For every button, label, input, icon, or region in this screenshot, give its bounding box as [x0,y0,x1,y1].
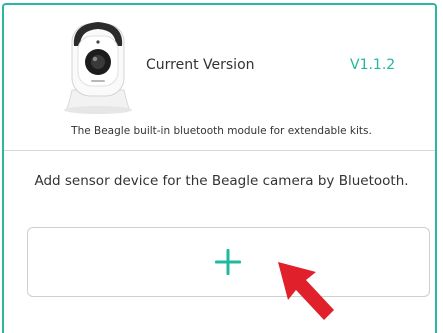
pointer-arrow-icon [278,262,334,320]
section-divider [4,150,435,151]
plus-icon[interactable] [214,248,242,276]
module-description: The Beagle built-in bluetooth module for… [71,125,372,137]
add-sensor-description: Add sensor device for the Beagle camera … [34,173,409,189]
camera-device-image [64,22,132,114]
version-value: V1.1.2 [350,57,396,73]
current-version-label: Current Version [146,57,255,73]
